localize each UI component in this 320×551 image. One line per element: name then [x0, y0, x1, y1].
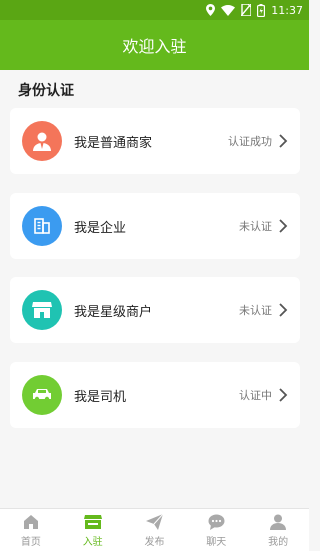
chevron-right-icon — [278, 219, 288, 233]
card-ordinary-merchant[interactable]: 我是普通商家 认证成功 — [10, 108, 300, 174]
card-enterprise[interactable]: 我是企业 未认证 — [10, 193, 300, 259]
bottom-tab-bar: 首页 入驻 发布 聊天 我的 — [0, 508, 309, 551]
tab-chat[interactable]: 聊天 — [185, 509, 247, 551]
card-star-merchant[interactable]: 我是星级商户 未认证 — [10, 277, 300, 343]
car-icon — [22, 375, 62, 415]
home-icon — [23, 513, 39, 531]
tab-home[interactable]: 首页 — [0, 509, 62, 551]
card-status: 未认证 — [239, 304, 272, 317]
user-icon — [270, 513, 287, 531]
card-status: 认证成功 — [228, 135, 272, 148]
tab-label: 聊天 — [206, 536, 227, 548]
status-bar: 11:37 — [0, 0, 309, 20]
no-sim-icon — [241, 4, 252, 16]
page-title: 欢迎入驻 — [122, 37, 187, 56]
chat-icon — [208, 513, 225, 531]
section-title: 身份认证 — [18, 83, 74, 99]
store-icon — [83, 513, 102, 531]
card-status: 认证中 — [239, 389, 272, 402]
card-status: 未认证 — [239, 220, 272, 233]
tab-publish[interactable]: 发布 — [124, 509, 186, 551]
chevron-right-icon — [278, 388, 288, 402]
send-icon — [145, 513, 163, 531]
tab-label: 发布 — [144, 536, 165, 548]
tab-label: 我的 — [268, 536, 289, 548]
tab-join[interactable]: 入驻 — [62, 509, 124, 551]
chevron-right-icon — [278, 303, 288, 317]
card-label: 我是星级商户 — [74, 304, 153, 320]
tab-label: 首页 — [20, 536, 41, 548]
wifi-icon — [221, 4, 236, 16]
chevron-right-icon — [278, 134, 288, 148]
card-label: 我是普通商家 — [74, 135, 153, 151]
battery-icon — [257, 3, 266, 17]
status-time: 11:37 — [271, 3, 303, 17]
person-icon — [22, 121, 62, 161]
card-label: 我是企业 — [74, 220, 127, 236]
card-driver[interactable]: 我是司机 认证中 — [10, 362, 300, 428]
tab-label: 入驻 — [82, 536, 103, 548]
building-icon — [22, 206, 62, 246]
location-icon — [206, 4, 216, 16]
shop-icon — [22, 290, 62, 330]
tab-mine[interactable]: 我的 — [247, 509, 309, 551]
app-header: 欢迎入驻 — [0, 20, 309, 70]
card-label: 我是司机 — [74, 389, 127, 405]
